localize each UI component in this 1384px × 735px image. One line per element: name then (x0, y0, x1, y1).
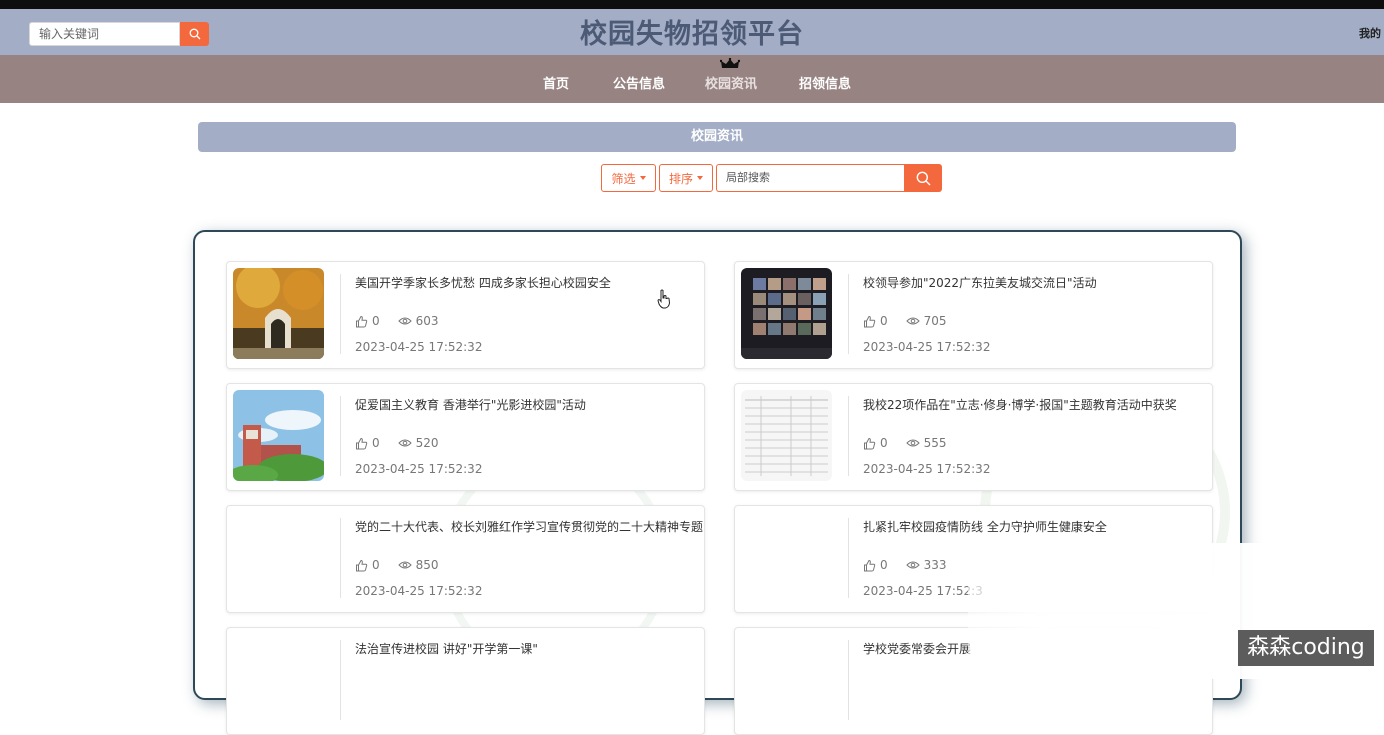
news-card[interactable]: 党的二十大代表、校长刘雅红作学习宣传贯彻党的二十大精神专题 0 850 2023… (226, 505, 705, 613)
video-watermark: 森森coding (1238, 630, 1374, 666)
site-title: 校园失物招领平台 (580, 19, 804, 50)
card-divider (340, 518, 341, 598)
news-title[interactable]: 我校22项作品在"立志·修身·博学·报国"主题教育活动中获奖 (863, 396, 1213, 413)
section-title-bar: 校园资讯 (198, 122, 1236, 152)
news-card[interactable]: 法治宣传进校园 讲好"开学第一课" (226, 627, 705, 735)
news-stats: 0 520 (355, 436, 439, 450)
card-divider (848, 274, 849, 354)
news-title[interactable]: 校领导参加"2022广东拉美友城交流日"活动 (863, 274, 1213, 291)
view-count: 850 (415, 558, 439, 572)
filter-label: 筛选 (611, 171, 636, 186)
view-count: 555 (923, 436, 947, 450)
news-date: 2023-04-25 17:52:32 (355, 340, 483, 354)
eye-icon (905, 439, 920, 447)
card-divider (340, 396, 341, 476)
like-count: 0 (880, 314, 888, 328)
news-stats: 0 603 (355, 314, 439, 328)
card-divider (848, 396, 849, 476)
view-count: 333 (923, 558, 947, 572)
eye-icon (397, 317, 412, 325)
news-stats: 0 705 (863, 314, 947, 328)
card-divider (848, 640, 849, 720)
view-count: 705 (923, 314, 947, 328)
view-count: 603 (415, 314, 439, 328)
local-search-button[interactable] (904, 164, 942, 192)
nav-campus-news[interactable]: 校园资讯 (705, 73, 757, 92)
crown-icon (720, 58, 740, 68)
news-title[interactable]: 美国开学季家长多忧愁 四成多家长担心校园安全 (355, 274, 705, 291)
news-card[interactable]: 校领导参加"2022广东拉美友城交流日"活动 0 705 2023-04-25 … (734, 261, 1213, 369)
news-card[interactable]: 促爱国主义教育 香港举行"光影进校园"活动 0 520 2023-04-25 1… (226, 383, 705, 491)
main-nav: 首页 公告信息 校园资讯 招领信息 (0, 55, 1384, 103)
news-card[interactable]: 我校22项作品在"立志·修身·博学·报国"主题教育活动中获奖 0 555 202… (734, 383, 1213, 491)
thumbs-up-icon (356, 437, 368, 449)
news-date: 2023-04-25 17:52:32 (355, 584, 483, 598)
news-thumbnail (741, 512, 832, 603)
eye-icon (905, 317, 920, 325)
news-thumbnail (233, 634, 324, 725)
sort-label: 排序 (668, 171, 693, 186)
caret-down-icon (639, 176, 646, 180)
news-stats: 0 850 (355, 558, 439, 572)
news-thumbnail (233, 512, 324, 603)
site-header: 输入关键词 校园失物招领平台 我的 (0, 9, 1384, 55)
news-date: 2023-04-25 17:52:32 (863, 340, 991, 354)
news-thumbnail (233, 268, 324, 359)
eye-icon (397, 439, 412, 447)
blur-overlay (968, 543, 1268, 679)
news-thumbnail (233, 390, 324, 481)
like-count: 0 (880, 558, 888, 572)
thumbs-up-icon (356, 315, 368, 327)
news-date: 2023-04-25 17:52:32 (355, 462, 483, 476)
news-title[interactable]: 扎紧扎牢校园疫情防线 全力守护师生健康安全 (863, 518, 1213, 535)
card-divider (340, 640, 341, 720)
news-date: 2023-04-25 17:52:3 (863, 584, 983, 598)
news-title[interactable]: 法治宣传进校园 讲好"开学第一课" (355, 640, 705, 657)
nav-home[interactable]: 首页 (543, 73, 569, 92)
like-count: 0 (880, 436, 888, 450)
like-count: 0 (372, 436, 380, 450)
thumbs-up-icon (864, 437, 876, 449)
card-divider (848, 518, 849, 598)
card-divider (340, 274, 341, 354)
eye-icon (397, 561, 412, 569)
nav-announcements[interactable]: 公告信息 (613, 73, 665, 92)
filter-dropdown[interactable]: 筛选 (601, 164, 656, 192)
news-title[interactable]: 党的二十大代表、校长刘雅红作学习宣传贯彻党的二十大精神专题 (355, 518, 705, 535)
sort-dropdown[interactable]: 排序 (659, 164, 713, 192)
news-thumbnail (741, 634, 832, 725)
news-card[interactable]: 美国开学季家长多忧愁 四成多家长担心校园安全 0 603 2023-04-25 … (226, 261, 705, 369)
eye-icon (905, 561, 920, 569)
view-count: 520 (415, 436, 439, 450)
news-stats: 0 555 (863, 436, 947, 450)
like-count: 0 (372, 558, 380, 572)
thumbs-up-icon (864, 315, 876, 327)
caret-down-icon (697, 176, 703, 180)
like-count: 0 (372, 314, 380, 328)
top-black-strip (0, 0, 1384, 9)
nav-lost-found[interactable]: 招领信息 (799, 73, 851, 92)
news-stats: 0 333 (863, 558, 947, 572)
news-date: 2023-04-25 17:52:32 (863, 462, 991, 476)
thumbs-up-icon (356, 559, 368, 571)
news-title[interactable]: 促爱国主义教育 香港举行"光影进校园"活动 (355, 396, 705, 413)
thumbs-up-icon (864, 559, 876, 571)
news-thumbnail (741, 390, 832, 481)
hand-cursor-icon (657, 289, 671, 309)
search-icon (916, 171, 930, 185)
local-search-input[interactable]: 局部搜索 (716, 164, 906, 192)
news-thumbnail (741, 268, 832, 359)
my-account-link[interactable]: 我的 (1359, 25, 1381, 41)
